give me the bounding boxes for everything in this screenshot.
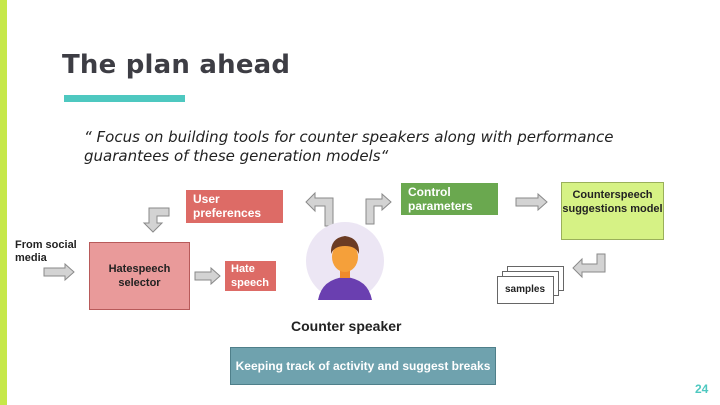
counter-speaker-label: Counter speaker — [291, 318, 402, 334]
hate-speech-box: Hate speech — [225, 261, 276, 291]
arrow-right-icon — [43, 262, 75, 282]
elbow-arrow-down-icon — [572, 253, 606, 279]
from-social-media-label: From social media — [15, 239, 77, 264]
elbow-arrow-up-icon — [305, 191, 334, 227]
elbow-arrow-up-icon — [365, 192, 392, 225]
arrow-right-icon — [515, 192, 548, 212]
elbow-arrow-down-icon — [142, 207, 170, 233]
user-preferences-box: User preferences — [186, 190, 283, 223]
page-number: 24 — [695, 382, 709, 396]
tracking-box: Keeping track of activity and suggest br… — [230, 347, 496, 385]
hatespeech-selector-box: Hatespeech selector — [89, 242, 190, 310]
person-avatar-icon — [306, 222, 384, 300]
counterspeech-model-box: Counterspeech suggestions model — [561, 182, 664, 240]
samples-label: samples — [505, 284, 546, 295]
arrow-right-icon — [194, 266, 221, 286]
control-parameters-box: Control parameters — [401, 183, 498, 215]
